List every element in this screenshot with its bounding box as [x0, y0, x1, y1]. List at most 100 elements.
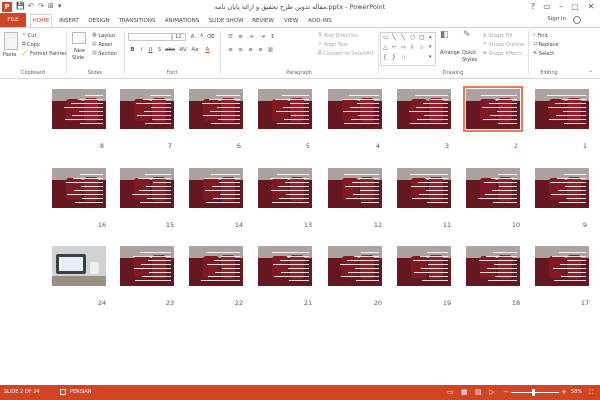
reset-button[interactable]: ▤ Reset	[92, 41, 112, 49]
reading-view-icon[interactable]: ▤	[475, 385, 482, 400]
font-color-button[interactable]: A	[203, 46, 212, 54]
shadow-button[interactable]: S	[155, 46, 164, 54]
shrink-font-button[interactable]: A	[197, 33, 206, 41]
section-button[interactable]: ▥ Section	[92, 50, 117, 58]
slide-thumbnail-21[interactable]	[258, 246, 312, 286]
zoom-out-icon[interactable]: −	[503, 385, 509, 400]
slide-thumbnail-23[interactable]	[120, 246, 174, 286]
close-icon[interactable]: ✕	[584, 1, 598, 12]
slide-thumbnail-1[interactable]	[535, 89, 589, 129]
decrease-indent-icon[interactable]: ⇤	[248, 33, 257, 41]
slide-thumbnail-22[interactable]	[189, 246, 243, 286]
more-shapes-icon[interactable]: ▾	[429, 54, 432, 60]
change-case-button[interactable]: Aa	[190, 46, 200, 54]
clear-formatting-icon[interactable]: ⌫	[206, 33, 215, 41]
cut-button[interactable]: ✂ Cut	[22, 32, 36, 40]
slide-thumbnail-8[interactable]	[52, 89, 106, 129]
tab-slide-show[interactable]: SLIDE SHOW	[207, 15, 245, 27]
normal-view-icon[interactable]: ▭	[447, 385, 454, 400]
align-left-icon[interactable]: ≡	[226, 46, 235, 54]
line-shape-icon[interactable]: ╲	[392, 34, 396, 41]
slide-thumbnail-13[interactable]	[258, 168, 312, 208]
justify-icon[interactable]: ≡	[256, 46, 265, 54]
tab-file[interactable]: FILE	[0, 13, 26, 27]
brace-shape-icon[interactable]: {	[383, 54, 387, 61]
slide-thumbnail-4[interactable]	[328, 89, 382, 129]
maximize-icon[interactable]: ▢	[568, 1, 582, 12]
slide-thumbnail-12[interactable]	[328, 168, 382, 208]
tab-animations[interactable]: ANIMATIONS	[162, 15, 202, 27]
replace-button[interactable]: ⇄ Replace	[533, 41, 559, 49]
paste-button[interactable]: Paste	[3, 52, 17, 59]
quick-styles-icon[interactable]: ✎	[463, 31, 477, 48]
slide-counter[interactable]: SLIDE 2 OF 24	[4, 385, 40, 400]
rounded-rectangle-shape-icon[interactable]: ▢	[419, 34, 425, 41]
slide-thumbnail-5[interactable]	[258, 89, 312, 129]
tab-transitions[interactable]: TRANSITIONS	[117, 15, 157, 27]
spell-check-icon[interactable]	[60, 389, 66, 395]
slide-thumbnail-11[interactable]	[397, 168, 451, 208]
elbow-connector-icon[interactable]: ⌐	[392, 44, 397, 51]
slide-thumbnail-7[interactable]	[120, 89, 174, 129]
zoom-level[interactable]: 58%	[571, 385, 582, 400]
slide-thumbnail-2[interactable]	[463, 86, 523, 132]
tab-add-ins[interactable]: ADD-INS	[306, 15, 334, 27]
slide-thumbnail-6[interactable]	[189, 89, 243, 129]
arrange-button[interactable]: Arrange	[440, 50, 460, 57]
slide-thumbnail-24[interactable]	[52, 246, 106, 286]
strikethrough-button[interactable]: abc	[164, 46, 176, 54]
star-shape-icon[interactable]: ☆	[401, 54, 406, 61]
slide-thumbnail-16[interactable]	[52, 168, 106, 208]
slide-thumbnail-17[interactable]	[535, 246, 589, 286]
triangle-shape-icon[interactable]: △	[383, 44, 388, 51]
fit-to-window-icon[interactable]: ⛶	[589, 385, 593, 400]
zoom-in-icon[interactable]: +	[561, 385, 567, 400]
new-slide-button-2[interactable]: Slide	[72, 55, 84, 62]
new-slide-button[interactable]: New	[74, 48, 85, 55]
minimize-icon[interactable]: –	[554, 1, 568, 12]
oval-shape-icon[interactable]: ○	[410, 34, 415, 41]
arrange-icon[interactable]: ◧	[440, 31, 454, 48]
tab-design[interactable]: DESIGN	[86, 15, 112, 27]
convert-smartart-button[interactable]: ⧉ Convert to SmartArt	[318, 50, 374, 58]
italic-button[interactable]: I	[137, 46, 146, 54]
tab-insert[interactable]: INSERT	[57, 15, 81, 27]
increase-indent-icon[interactable]: ⇥	[258, 33, 267, 41]
account-icon[interactable]	[573, 16, 581, 24]
grow-font-button[interactable]: A	[188, 33, 197, 41]
zoom-slider[interactable]	[511, 392, 559, 393]
underline-button[interactable]: U	[146, 46, 155, 54]
copy-button[interactable]: ⧉ Copy	[22, 41, 40, 49]
sign-in-link[interactable]: Sign in	[547, 16, 566, 22]
slide-sorter-view-icon[interactable]: ▦	[461, 385, 468, 400]
shape-effects-button[interactable]: ◈ Shape Effects	[483, 50, 523, 58]
bold-button[interactable]: B	[128, 46, 137, 54]
shapes-gallery[interactable]: ▭ ╲ ╲ ○ ▢ △ ⌐ ⇨ ⇩ ☆ { } ☆ ▴ ▾ ▾	[380, 32, 436, 66]
align-text-button[interactable]: ⇳ Align Text	[318, 41, 348, 49]
align-center-icon[interactable]: ≡	[236, 46, 245, 54]
bullets-icon[interactable]: ☰	[226, 33, 235, 41]
slide-thumbnail-14[interactable]	[189, 168, 243, 208]
format-painter-button[interactable]: 🖌 Format Painter	[22, 50, 67, 58]
find-button[interactable]: ⌕ Find	[533, 32, 548, 40]
arrow-right-shape-icon[interactable]: ⇨	[401, 44, 406, 51]
slide-thumbnail-9[interactable]	[535, 168, 589, 208]
help-icon[interactable]: ?	[526, 1, 540, 12]
new-slide-icon[interactable]	[72, 32, 86, 44]
font-size-combo[interactable]: 12	[172, 33, 186, 41]
arrow-down-shape-icon[interactable]: ⇩	[410, 44, 415, 51]
columns-icon[interactable]: ▥	[266, 46, 275, 54]
select-button[interactable]: ⬉ Select	[533, 50, 554, 58]
tab-view[interactable]: VIEW	[281, 15, 301, 27]
text-direction-button[interactable]: ⇅ Text Direction	[318, 32, 358, 40]
language-indicator[interactable]: PERSIAN	[70, 385, 91, 400]
layout-button[interactable]: ▦ Layout	[92, 32, 115, 40]
tab-home[interactable]: HOME	[30, 14, 52, 27]
shape-outline-button[interactable]: ✒ Shape Outline	[483, 41, 524, 49]
scroll-up-icon[interactable]: ▴	[429, 34, 432, 40]
slide-thumbnail-3[interactable]	[397, 89, 451, 129]
slide-thumbnail-18[interactable]	[466, 246, 520, 286]
rectangle-shape-icon[interactable]: ▭	[383, 34, 389, 41]
ribbon-display-options-icon[interactable]: ▭	[540, 1, 554, 12]
shape-fill-button[interactable]: ◭ Shape Fill	[483, 32, 512, 40]
